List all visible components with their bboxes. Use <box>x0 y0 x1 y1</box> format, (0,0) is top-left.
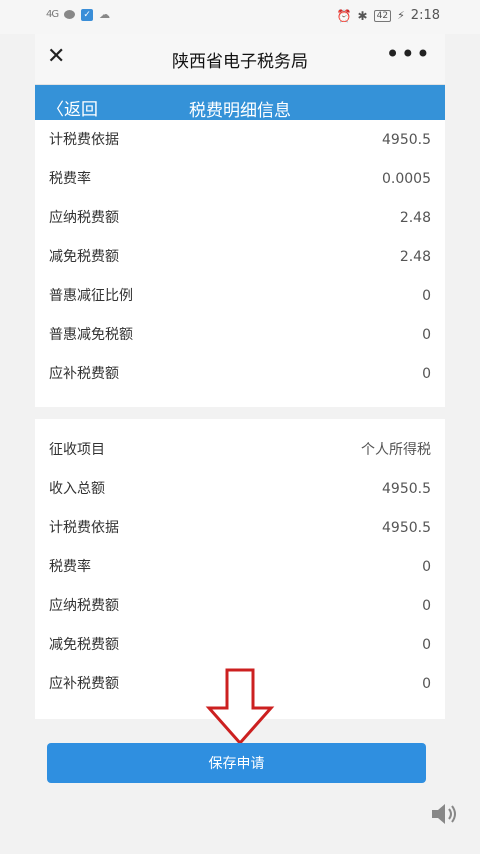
row-label: 计税费依据 <box>49 132 119 148</box>
status-time: 2:18 <box>410 8 440 23</box>
bluetooth-icon: ✱ <box>357 8 368 23</box>
page-title: 陕西省电子税务局 <box>172 52 308 72</box>
row-label: 征收项目 <box>49 442 105 458</box>
row-value: 4950.5 <box>382 132 431 148</box>
row-label: 应纳税费额 <box>49 210 119 226</box>
app-header: ✕ 陕西省电子税务局 ••• <box>35 34 445 85</box>
app-notification-icon: ✓ <box>81 8 94 21</box>
list-item: 征收项目 个人所得税 <box>35 431 445 470</box>
tax-detail-card-1: 计税费依据 4950.5 税费率 0.0005 应纳税费额 2.48 减免税费额… <box>35 120 445 407</box>
list-item: 计税费依据 4950.5 <box>35 509 445 548</box>
list-item: 计税费依据 4950.5 <box>35 121 445 160</box>
row-label: 税费率 <box>49 559 91 575</box>
list-item: 应纳税费额 2.48 <box>35 199 445 238</box>
row-label: 应纳税费额 <box>49 598 119 614</box>
more-options-icon[interactable]: ••• <box>386 40 431 68</box>
signal-icon: 4G <box>46 9 59 20</box>
row-label: 普惠减免税额 <box>49 327 133 343</box>
alarm-icon: ⏰ <box>336 8 352 23</box>
status-left: 4G ✓ ☁ <box>46 8 110 21</box>
row-label: 税费率 <box>49 171 91 187</box>
row-value: 0 <box>422 637 431 653</box>
row-value: 0 <box>422 327 431 343</box>
list-item: 应纳税费额 0 <box>35 587 445 626</box>
row-value: 0.0005 <box>382 171 431 187</box>
list-item: 税费率 0 <box>35 548 445 587</box>
sub-header-title: 税费明细信息 <box>189 101 291 121</box>
row-value: 个人所得税 <box>361 442 431 458</box>
list-item: 普惠减征比例 0 <box>35 277 445 316</box>
list-item: 减免税费额 2.48 <box>35 238 445 277</box>
row-label: 应补税费额 <box>49 676 119 692</box>
row-label: 减免税费额 <box>49 249 119 265</box>
list-item: 普惠减免税额 0 <box>35 316 445 355</box>
row-value: 0 <box>422 288 431 304</box>
list-item: 减免税费额 0 <box>35 626 445 665</box>
list-item: 收入总额 4950.5 <box>35 470 445 509</box>
down-arrow-icon <box>205 668 275 746</box>
row-value: 0 <box>422 366 431 382</box>
row-value: 4950.5 <box>382 481 431 497</box>
row-label: 普惠减征比例 <box>49 288 133 304</box>
row-label: 收入总额 <box>49 481 105 497</box>
row-label: 减免税费额 <box>49 637 119 653</box>
row-value: 2.48 <box>399 249 431 265</box>
list-item: 税费率 0.0005 <box>35 160 445 199</box>
status-right: ⏰ ✱ 42 ⚡ 2:18 <box>337 8 440 23</box>
row-value: 0 <box>422 559 431 575</box>
row-label: 应补税费额 <box>49 366 119 382</box>
speaker-icon[interactable] <box>428 798 460 830</box>
battery-icon: 42 <box>373 9 392 22</box>
list-item: 应补税费额 0 <box>35 355 445 394</box>
status-bar: 4G ✓ ☁ ⏰ ✱ 42 ⚡ 2:18 <box>0 0 480 34</box>
row-value: 0 <box>422 676 431 692</box>
charging-icon: ⚡ <box>397 9 405 22</box>
row-value: 2.48 <box>399 210 431 226</box>
row-label: 计税费依据 <box>49 520 119 536</box>
row-value: 4950.5 <box>382 520 431 536</box>
row-value: 0 <box>422 598 431 614</box>
save-application-button[interactable]: 保存申请 <box>47 743 426 783</box>
chat-icon <box>64 10 76 19</box>
cloud-icon: ☁ <box>99 8 111 21</box>
